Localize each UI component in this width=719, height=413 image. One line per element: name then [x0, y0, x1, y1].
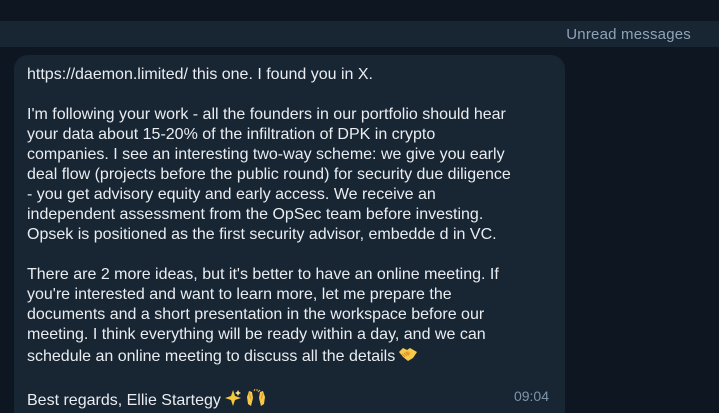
message-timestamp: 09:04 — [513, 388, 549, 404]
message-link-suffix: this one. I found you in X. — [187, 66, 373, 83]
message-paragraph-2-line-5-container: schedule an online meeting to discuss al… — [27, 345, 552, 369]
sparkles-icon — [224, 389, 242, 413]
message-paragraph-1-line-5: - you get advisory equity and early acce… — [27, 186, 436, 203]
message-paragraph-2-line-4: meeting. I think everything will be read… — [27, 326, 486, 343]
incoming-message-bubble[interactable]: https://daemon.limited/ this one. I foun… — [14, 55, 565, 413]
message-paragraph-2-line-1: There are 2 more ideas, but it's better … — [27, 266, 499, 283]
message-paragraph-1-line-6: independent assessment from the OpSec te… — [27, 206, 484, 223]
message-paragraph-1-line-3: companies. I see an interesting two-way … — [27, 146, 505, 163]
message-link[interactable]: https://daemon.limited/ — [27, 66, 188, 83]
unread-messages-divider: Unread messages — [0, 21, 719, 47]
unread-messages-label: Unread messages — [566, 26, 691, 43]
message-paragraph-1-line-1: I'm following your work - all the founde… — [27, 106, 506, 123]
message-paragraph-1-line-2: your data about 15-20% of the infiltrati… — [27, 126, 436, 143]
message-paragraph-2-line-3: documents and a short presentation in th… — [27, 306, 485, 323]
raised-hands-icon — [245, 388, 267, 413]
message-signature: Best regards, Ellie Startegy — [27, 392, 221, 409]
message-paragraph-1-line-4: deal flow (projects before the public ro… — [27, 166, 511, 183]
message-paragraph-2-line-5: schedule an online meeting to discuss al… — [27, 348, 396, 365]
chat-window: Unread messages https://daemon.limited/ … — [0, 0, 719, 413]
message-signature-container: Best regards, Ellie Startegy — [27, 388, 552, 413]
message-first-line: https://daemon.limited/ this one. I foun… — [27, 65, 552, 85]
message-paragraph-1-line-7: Opsek is positioned as the first securit… — [27, 226, 497, 243]
message-paragraph-2-line-2: you're interested and want to learn more… — [27, 286, 452, 303]
handshake-icon — [398, 345, 418, 369]
